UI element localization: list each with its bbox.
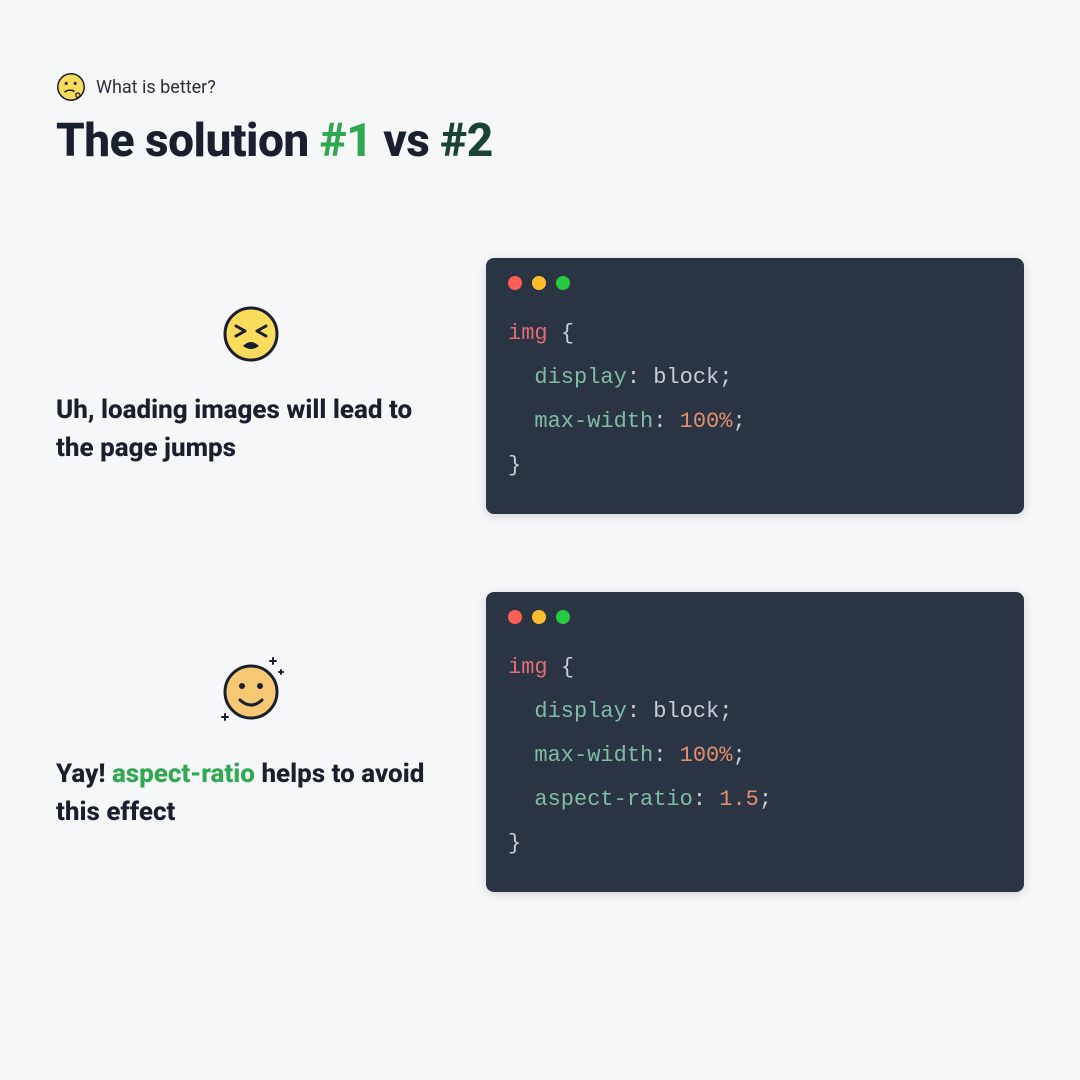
- minimize-dot-icon: [532, 610, 546, 624]
- window-controls: [508, 610, 1002, 624]
- code-block-1: img { display: block; max-width: 100%; }: [486, 258, 1024, 514]
- code-block-2: img { display: block; max-width: 100%; a…: [486, 592, 1024, 892]
- eyebrow: What is better?: [56, 72, 1024, 102]
- code-content-2: img { display: block; max-width: 100%; a…: [508, 646, 1002, 866]
- title-part1: The solution: [56, 114, 320, 168]
- minimize-dot-icon: [532, 276, 546, 290]
- close-dot-icon: [508, 610, 522, 624]
- solution-row-1: Uh, loading images will lead to the page…: [56, 258, 1024, 514]
- page-title: The solution #1 vs #2: [56, 114, 1024, 168]
- caption-pre: Yay!: [56, 759, 112, 789]
- solution-1-caption: Uh, loading images will lead to the page…: [56, 392, 446, 467]
- title-num1: #1: [320, 114, 373, 168]
- eyebrow-text: What is better?: [96, 77, 216, 98]
- caption-accent: aspect-ratio: [112, 759, 255, 789]
- maximize-dot-icon: [556, 610, 570, 624]
- thinking-face-icon: [56, 72, 86, 102]
- solution-row-2: Yay! aspect-ratio helps to avoid this ef…: [56, 592, 1024, 892]
- tired-face-icon: [221, 304, 281, 364]
- title-sep: vs: [372, 114, 440, 168]
- close-dot-icon: [508, 276, 522, 290]
- title-num2: #2: [440, 114, 493, 168]
- solution-2-caption: Yay! aspect-ratio helps to avoid this ef…: [56, 756, 446, 831]
- maximize-dot-icon: [556, 276, 570, 290]
- window-controls: [508, 276, 1002, 290]
- smiling-face-icon: [211, 652, 291, 728]
- code-content-1: img { display: block; max-width: 100%; }: [508, 312, 1002, 488]
